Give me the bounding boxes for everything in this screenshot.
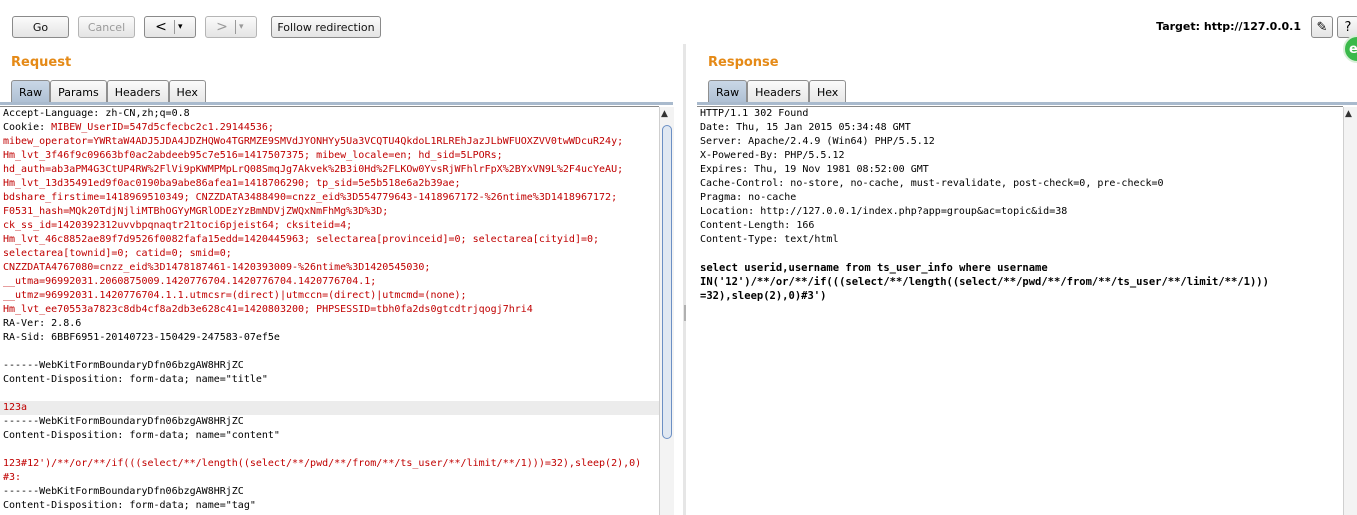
response-line (697, 247, 1343, 261)
response-title: Response (708, 55, 779, 70)
request-line: __utma=96992031.2060875009.1420776704.14… (3, 276, 377, 287)
response-tab-raw[interactable]: Raw (708, 80, 748, 103)
scroll-up-arrow-icon[interactable]: ▲ (1345, 109, 1352, 119)
request-line: ------WebKitFormBoundaryDfn06bzgAW8HRjZC (3, 416, 244, 427)
request-line (0, 345, 659, 359)
response-line: Cache-Control: no-store, no-cache, must-… (700, 178, 1164, 189)
request-line: Cookie: MIBEW_UserID=547d5cfecbc2c1.2914… (0, 121, 659, 135)
request-tab-headers[interactable]: Headers (106, 80, 169, 103)
target-label: Target: http://127.0.0.1 (1156, 20, 1301, 33)
response-line: X-Powered-By: PHP/5.5.12 (700, 150, 845, 161)
response-body-line: IN('12')/**/or/**/if(((select/**/length(… (700, 276, 1269, 288)
response-line: Content-Length: 166 (700, 220, 815, 231)
response-line: Content-Type: text/html (700, 234, 839, 245)
request-line: Content-Disposition: form-data; name="co… (3, 430, 280, 441)
pencil-icon: ✎ (1316, 19, 1328, 35)
request-tab-underline (0, 102, 673, 105)
request-line: ck_ss_id=1420392312uvvbpqnaqtr21toci6pje… (3, 220, 353, 231)
response-line: Date: Thu, 15 Jan 2015 05:34:48 GMT (700, 122, 911, 133)
forward-separator (235, 20, 236, 34)
request-tab-raw[interactable]: Raw (11, 80, 51, 103)
request-line: RA-Sid: 6BBF6951-20140723-150429-247583-… (3, 332, 280, 343)
request-line: F0531_hash=MQk20TdjNjliMTBhOGYyMGRlODEzY… (3, 206, 389, 217)
follow-redirection-button[interactable]: Follow redirection (271, 16, 381, 38)
help-icon: ? (1344, 19, 1352, 35)
divider-grip-icon[interactable] (684, 305, 686, 321)
request-line: Hm_lvt_ee70553a7823c8db4cf8a2db3e628c41=… (3, 304, 533, 315)
request-line: #3: (3, 472, 22, 483)
response-line: Location: http://127.0.0.1/index.php?app… (700, 206, 1068, 217)
forward-arrow-icon: > (216, 19, 228, 35)
back-dropdown-icon[interactable]: ▾ (178, 22, 183, 32)
request-tab-hex[interactable]: Hex (168, 80, 206, 103)
response-line: Expires: Thu, 19 Nov 1981 08:52:00 GMT (700, 164, 929, 175)
back-separator (174, 20, 175, 34)
request-line (0, 387, 659, 401)
forward-button[interactable]: > ▾ (205, 16, 257, 38)
request-line: __utmz=96992031.1420776704.1.1.utmcsr=(d… (3, 290, 467, 301)
response-line: HTTP/1.1 302 Found (700, 108, 809, 119)
response-line: Server: Apache/2.4.9 (Win64) PHP/5.5.12 (700, 136, 935, 147)
edit-target-button[interactable]: ✎ (1311, 16, 1333, 38)
request-line: Hm_lvt_3f46f9c09663bf0ac2abdeeb95c7e516=… (3, 150, 503, 161)
response-tab-underline (697, 102, 1357, 105)
cookie-header-value: MIBEW_UserID=547d5cfecbc2c1.29144536; (51, 122, 274, 133)
go-button[interactable]: Go (12, 16, 69, 38)
request-line: ------WebKitFormBoundaryDfn06bzgAW8HRjZC (3, 360, 244, 371)
scroll-up-arrow-icon[interactable]: ▲ (661, 109, 668, 119)
request-scroll-thumb[interactable] (662, 125, 672, 439)
request-editor[interactable]: Accept-Language: zh-CN,zh;q=0.8 Cookie: … (0, 106, 659, 515)
response-line: Pragma: no-cache (700, 192, 797, 203)
request-line: hd_auth=ab3aPM4G3CtUP4RW%2FlVi9pKWMPMpLr… (3, 164, 624, 175)
request-line: selectarea[townid]=0; catid=0; smid=0; (3, 248, 232, 259)
request-tab-params[interactable]: Params (50, 80, 107, 103)
status-indicator-icon: e (1343, 35, 1357, 63)
request-line: bdshare_firstime=1418969510349; CNZZDATA… (3, 192, 618, 203)
request-title: Request (11, 55, 72, 70)
back-button[interactable]: < ▾ (144, 16, 196, 38)
request-line: 123#12')/**/or/**/if(((select/**/length(… (3, 458, 642, 469)
back-arrow-icon: < (155, 19, 167, 35)
request-line (0, 443, 659, 457)
cookie-header-name: Cookie: (3, 122, 52, 133)
request-line: Content-Disposition: form-data; name="ta… (3, 500, 256, 511)
request-line: Hm_lvt_46c8852ae89f7d9526f0082fafa15edd=… (3, 234, 600, 245)
response-scrollbar[interactable]: ▲ (1343, 107, 1357, 515)
split-pane-divider[interactable] (683, 44, 686, 515)
request-line: RA-Ver: 2.8.6 (3, 318, 82, 329)
response-tab-hex[interactable]: Hex (808, 80, 847, 103)
request-line: CNZZDATA4767080=cnzz_eid%3D1478187461-14… (3, 262, 431, 273)
request-line: ------WebKitFormBoundaryDfn06bzgAW8HRjZC (3, 486, 244, 497)
request-scrollbar[interactable]: ▲ (659, 107, 674, 515)
request-tabs: Raw Params Headers Hex (11, 80, 206, 104)
forward-dropdown-icon[interactable]: ▾ (239, 22, 244, 32)
response-editor[interactable]: HTTP/1.1 302 Found Date: Thu, 15 Jan 201… (697, 106, 1343, 515)
response-body-line: select userid,username from ts_user_info… (700, 262, 1048, 274)
request-line: mibew_operator=YWRtaW4ADJ5JDA4JDZHQWo4TG… (3, 136, 624, 147)
response-body-line: =32),sleep(2),0)#3') (700, 290, 827, 302)
request-line: Hm_lvt_13d35491ed9f0ac0190ba9abe86afea1=… (3, 178, 461, 189)
request-line: Content-Disposition: form-data; name="ti… (3, 374, 268, 385)
request-line: 123a (0, 401, 659, 415)
request-line: Accept-Language: zh-CN,zh;q=0.8 (3, 108, 190, 119)
response-tabs: Raw Headers Hex (708, 80, 847, 104)
cancel-button[interactable]: Cancel (78, 16, 135, 38)
response-tab-headers[interactable]: Headers (747, 80, 809, 103)
